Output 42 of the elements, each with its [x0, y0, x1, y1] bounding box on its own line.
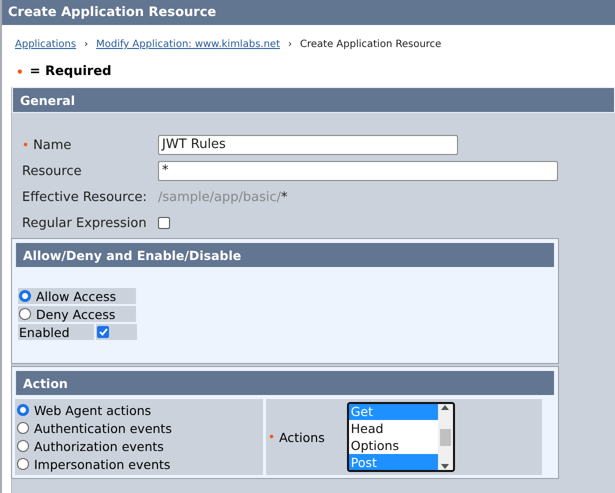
radio-button[interactable]	[17, 458, 29, 470]
required-marker: •	[16, 64, 24, 78]
radio-button[interactable]	[19, 290, 31, 302]
radio-label: Authentication events	[34, 420, 172, 436]
field-label: Enabled	[18, 324, 94, 340]
breadcrumb-separator: ›	[288, 39, 292, 50]
checkmark-icon	[98, 328, 108, 336]
radio-option[interactable]: Deny Access	[18, 306, 136, 322]
radio-button[interactable]	[17, 404, 29, 416]
text-field[interactable]: *	[158, 161, 558, 181]
scroll-arrow-icon[interactable]	[440, 404, 450, 411]
section-header: General	[12, 87, 615, 113]
section-header: Allow/Deny and Enable/Disable	[15, 242, 555, 268]
section-header: Action	[15, 370, 555, 396]
checkbox[interactable]	[158, 217, 170, 229]
radio-button[interactable]	[17, 440, 29, 452]
radio-label: Impersonation events	[34, 456, 170, 472]
breadcrumb-separator: ›	[84, 39, 88, 50]
radio-button[interactable]	[19, 308, 31, 320]
field-label: Resource	[22, 164, 82, 178]
text-field[interactable]: JWT Rules	[158, 135, 458, 155]
breadcrumb-current: Create Application Resource	[300, 39, 442, 50]
field-label: Actions	[279, 430, 325, 444]
radio-button[interactable]	[17, 422, 29, 434]
scrollbar[interactable]	[438, 404, 453, 470]
scrollbar-thumb[interactable]	[440, 428, 451, 446]
breadcrumb-link[interactable]: Applications	[15, 39, 76, 50]
radio-label: Web Agent actions	[34, 402, 152, 418]
window-title: Create Application Resource	[2, 0, 615, 25]
required-legend: = Required	[30, 64, 112, 79]
field-label: Effective Resource:	[22, 190, 147, 204]
required-marker: •	[22, 138, 30, 152]
checkbox[interactable]	[97, 326, 109, 338]
effective-resource-value: /sample/app/basic/*	[158, 190, 288, 204]
actions-listbox[interactable]: Get Head Options Post	[346, 402, 455, 472]
field-label: Regular Expression	[22, 216, 147, 230]
field-label: Name	[33, 138, 72, 152]
scroll-arrow-icon[interactable]	[440, 463, 450, 470]
required-marker: •	[268, 430, 276, 444]
radio-label: Authorization events	[34, 438, 164, 454]
radio-option[interactable]: Allow Access	[18, 288, 136, 304]
breadcrumb-link[interactable]: Modify Application: www.kimlabs.net	[96, 39, 280, 50]
